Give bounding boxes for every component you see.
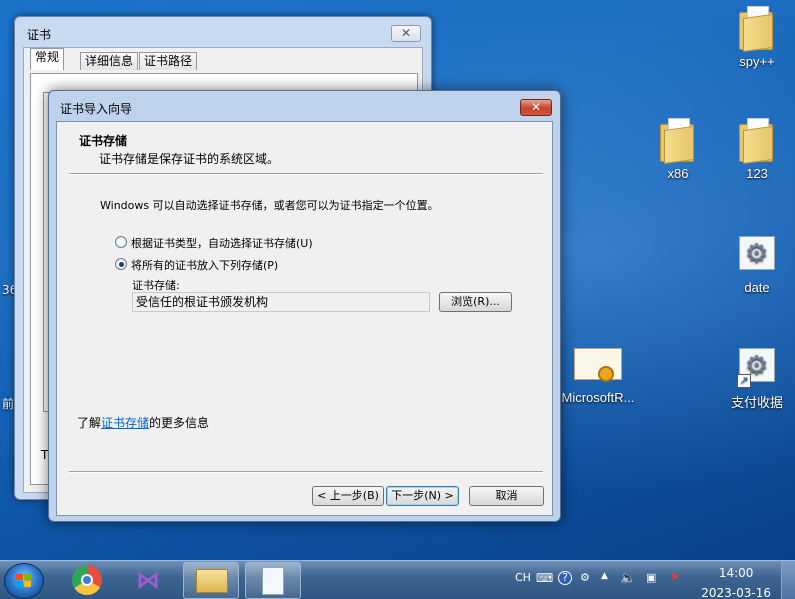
desktop-icon-label: date bbox=[744, 280, 770, 295]
keyboard-icon[interactable]: ⌨ bbox=[536, 571, 553, 585]
radio-label: 将所有的证书放入下列存储(P) bbox=[131, 259, 279, 272]
action-center-icon[interactable]: ⚑ bbox=[670, 571, 680, 584]
desktop-icon-spy[interactable]: spy++ bbox=[717, 6, 795, 69]
close-button[interactable]: ✕ bbox=[391, 25, 421, 42]
cancel-button[interactable]: 取消 bbox=[469, 486, 544, 506]
learn-prefix: 了解 bbox=[77, 416, 102, 430]
close-button[interactable]: ✕ bbox=[520, 99, 552, 116]
cert-store-link[interactable]: 证书存储 bbox=[101, 416, 149, 430]
folder-icon bbox=[660, 118, 696, 165]
window-title: 证书 bbox=[27, 28, 52, 42]
taskbar-chrome[interactable] bbox=[60, 562, 116, 599]
tab-general[interactable]: 常规 bbox=[30, 48, 65, 70]
clock-date: 2023-03-16 bbox=[701, 586, 771, 599]
settings-file-icon: ⚙ bbox=[737, 236, 777, 276]
settings-file-icon: ⚙ ↗ bbox=[737, 348, 777, 388]
learn-suffix: 的更多信息 bbox=[149, 416, 210, 430]
desktop-icon-date[interactable]: ⚙ date bbox=[717, 236, 795, 295]
back-button[interactable]: < 上一步(B) bbox=[312, 486, 384, 506]
file-explorer-icon bbox=[196, 569, 228, 593]
wizard-body: 证书存储 证书存储是保存证书的系统区域。 Windows 可以自动选择证书存储，… bbox=[56, 121, 553, 516]
windows-logo-icon bbox=[16, 574, 32, 588]
desktop-icon-microsoftr[interactable]: MicrosoftR... bbox=[558, 348, 638, 405]
desktop-icon-label: x86 bbox=[667, 166, 689, 181]
divider bbox=[69, 471, 543, 473]
chrome-icon bbox=[72, 565, 102, 595]
taskbar-visual-studio[interactable]: ⋈ bbox=[120, 562, 176, 599]
page-title: 证书存储 bbox=[79, 134, 128, 148]
store-field: 受信任的根证书颁发机构 bbox=[132, 292, 430, 312]
volume-icon[interactable]: 🔈 bbox=[620, 571, 636, 586]
desktop-icon-receipt[interactable]: ⚙ ↗ 支付收据 bbox=[717, 348, 795, 411]
tab-details[interactable]: 详细信息 bbox=[80, 52, 139, 70]
radio-label: 根据证书类型，自动选择证书存储(U) bbox=[131, 237, 313, 250]
network-icon[interactable]: ▣ bbox=[646, 571, 656, 584]
browse-button[interactable]: 浏览(R)... bbox=[439, 292, 512, 312]
help-icon[interactable]: ? bbox=[558, 571, 572, 585]
show-hidden-icons-icon[interactable]: ▲ bbox=[601, 571, 608, 581]
desktop-icon-label: MicrosoftR... bbox=[561, 390, 635, 405]
divider bbox=[69, 173, 543, 175]
taskbar: ⋈ CH ⌨ ? ⚙ ▲ 🔈 ▣ ⚑ 14:00 2023-03-16 bbox=[0, 560, 795, 599]
tab-cert-path[interactable]: 证书路径 bbox=[139, 52, 198, 70]
learn-more-text: 了解证书存储的更多信息 bbox=[77, 414, 209, 431]
desktop-icon-label: 123 bbox=[746, 166, 768, 181]
taskbar-notepad[interactable] bbox=[245, 562, 301, 599]
visual-studio-icon: ⋈ bbox=[136, 566, 160, 594]
desktop-icon-label: spy++ bbox=[739, 54, 775, 69]
desktop-icon-123[interactable]: 123 bbox=[717, 118, 795, 181]
close-icon: ✕ bbox=[530, 100, 542, 114]
clock-time: 14:00 bbox=[718, 566, 754, 580]
input-language[interactable]: CH bbox=[515, 571, 531, 584]
show-desktop-button[interactable] bbox=[781, 561, 795, 599]
store-label: 证书存储: bbox=[132, 279, 180, 292]
clock[interactable]: 14:00 2023-03-16 bbox=[701, 565, 771, 599]
folder-icon bbox=[739, 118, 775, 165]
desktop-icon-label: 支付收据 bbox=[730, 395, 783, 410]
settings-icon[interactable]: ⚙ bbox=[580, 571, 590, 584]
shortcut-arrow-icon: ↗ bbox=[737, 374, 751, 388]
page-subtitle: 证书存储是保存证书的系统区域。 bbox=[99, 152, 280, 166]
desktop-icon-x86[interactable]: x86 bbox=[638, 118, 718, 181]
radio-button[interactable] bbox=[115, 236, 127, 248]
document-icon bbox=[262, 567, 284, 595]
taskbar-explorer[interactable] bbox=[183, 562, 239, 599]
next-button[interactable]: 下一步(N) > bbox=[386, 486, 459, 506]
desktop-label-fragment: 前 bbox=[2, 397, 15, 411]
description-text: Windows 可以自动选择证书存储，或者您可以为证书指定一个位置。 bbox=[100, 199, 439, 212]
window-title: 证书导入向导 bbox=[60, 102, 133, 116]
radio-button[interactable] bbox=[115, 258, 127, 270]
start-button[interactable] bbox=[4, 563, 44, 599]
folder-icon bbox=[739, 6, 775, 53]
close-icon: ✕ bbox=[400, 26, 412, 40]
certificate-import-wizard[interactable]: 证书导入向导 ✕ 证书存储 证书存储是保存证书的系统区域。 Windows 可以… bbox=[48, 90, 561, 522]
certificate-icon bbox=[574, 348, 622, 386]
